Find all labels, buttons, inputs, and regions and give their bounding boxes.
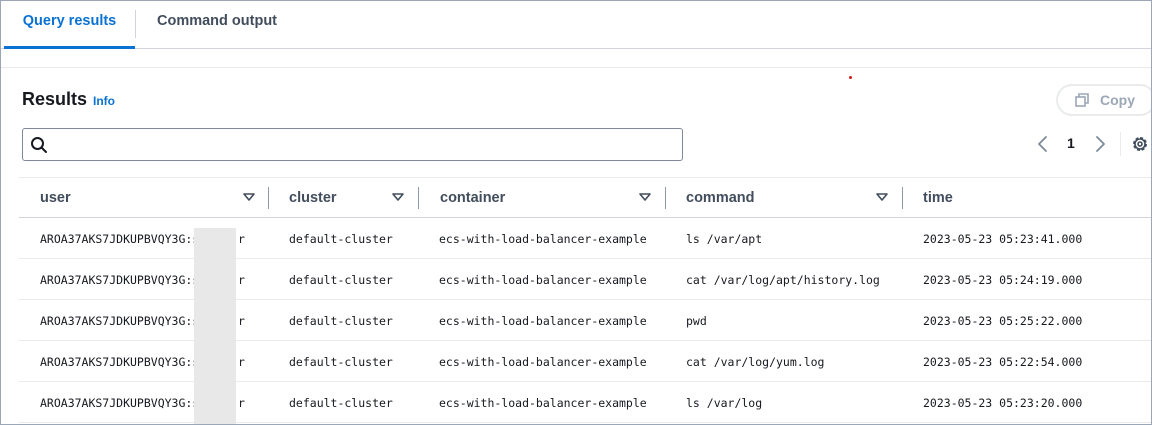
cell-container: ecs-with-load-balancer-example [439,273,647,287]
column-header-container[interactable]: container [440,178,505,218]
column-divider[interactable] [902,187,903,209]
search-icon [31,137,47,153]
indicator-dot [849,76,852,79]
cell-user-suffix: r [238,314,245,328]
cell-time: 2023-05-23 05:24:19.000 [923,273,1083,287]
cell-command: ls /var/apt [686,232,763,246]
cell-user: AROA37AKS7JDKUPBVQY3G:s [40,396,200,410]
column-divider[interactable] [665,187,666,209]
table-row[interactable]: AROA37AKS7JDKUPBVQY3G:s r default-cluste… [19,382,1151,423]
caret-down-icon[interactable] [392,191,404,203]
pager-divider [1120,132,1121,156]
tab-command-output[interactable]: Command output [157,1,277,49]
copy-icon [1075,93,1089,107]
cell-time: 2023-05-23 05:23:41.000 [923,232,1083,246]
copy-button-label: Copy [1100,92,1135,108]
column-header-user[interactable]: user [40,178,71,218]
cell-user-suffix: r [238,232,245,246]
redaction-block [194,228,236,424]
cell-cluster: default-cluster [289,396,393,410]
cell-cluster: default-cluster [289,355,393,369]
cell-user-suffix: r [238,273,245,287]
cell-time: 2023-05-23 05:25:22.000 [923,314,1083,328]
cell-user-suffix: r [238,355,245,369]
column-header-command[interactable]: command [686,178,755,218]
cell-container: ecs-with-load-balancer-example [439,396,647,410]
cell-container: ecs-with-load-balancer-example [439,355,647,369]
table-row[interactable]: AROA37AKS7JDKUPBVQY3G:s r default-cluste… [19,218,1151,259]
caret-down-icon[interactable] [639,191,651,203]
table-header: user cluster container command time [19,177,1151,218]
cell-command: cat /var/log/yum.log [686,355,825,369]
chevron-right-icon[interactable] [1093,135,1107,153]
table-row[interactable]: AROA37AKS7JDKUPBVQY3G:s r default-cluste… [19,300,1151,341]
column-divider[interactable] [418,187,419,209]
cell-user: AROA37AKS7JDKUPBVQY3G:s [40,273,200,287]
page-title: Results [22,89,88,109]
table-row[interactable]: AROA37AKS7JDKUPBVQY3G:s r default-cluste… [19,341,1151,382]
chevron-left-icon[interactable] [1036,135,1050,153]
tab-divider [135,10,136,38]
cell-user-suffix: r [238,396,245,410]
gear-icon[interactable] [1130,134,1150,154]
cell-user: AROA37AKS7JDKUPBVQY3G:s [40,355,200,369]
column-divider[interactable] [268,187,269,209]
cell-cluster: default-cluster [289,232,393,246]
cell-time: 2023-05-23 05:23:20.000 [923,396,1083,410]
cell-user: AROA37AKS7JDKUPBVQY3G:s [40,232,200,246]
cell-command: pwd [686,314,707,328]
page-number[interactable]: 1 [1067,135,1075,151]
cell-time: 2023-05-23 05:22:54.000 [923,355,1083,369]
caret-down-icon[interactable] [876,191,888,203]
query-results-window: Query results Command output Results Inf… [0,0,1152,425]
cell-command: ls /var/log [686,396,763,410]
cell-cluster: default-cluster [289,314,393,328]
cell-cluster: default-cluster [289,273,393,287]
cell-user: AROA37AKS7JDKUPBVQY3G:s [40,314,200,328]
tab-bar: Query results Command output [1,1,1151,49]
table-row[interactable]: AROA37AKS7JDKUPBVQY3G:s r default-cluste… [19,259,1151,300]
search-input[interactable] [57,132,677,157]
column-header-time[interactable]: time [923,178,953,218]
tab-query-results[interactable]: Query results [4,1,135,49]
results-panel: Results Info Copy 1 user cluster contain… [1,67,1151,424]
cell-container: ecs-with-load-balancer-example [439,232,647,246]
copy-button[interactable]: Copy [1056,84,1151,116]
cell-container: ecs-with-load-balancer-example [439,314,647,328]
cell-command: cat /var/log/apt/history.log [686,273,880,287]
column-header-cluster[interactable]: cluster [289,178,337,218]
info-link[interactable]: Info [93,94,115,108]
search-field[interactable] [22,128,683,161]
caret-down-icon[interactable] [243,191,255,203]
